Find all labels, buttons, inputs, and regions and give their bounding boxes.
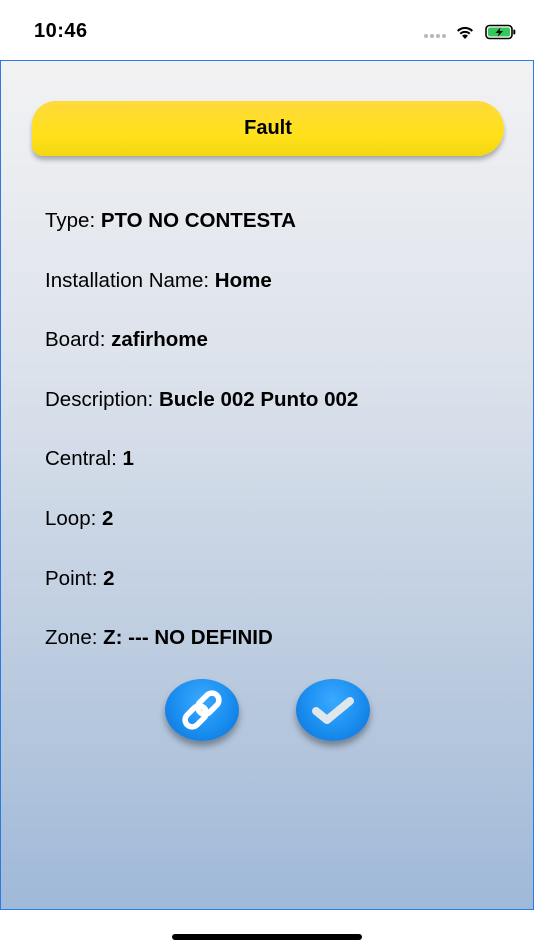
point-value: 2: [103, 566, 115, 590]
info-row-description: Description: Bucle 002 Punto 002: [45, 388, 515, 448]
loop-label: Loop:: [45, 506, 102, 530]
central-label: Central:: [45, 447, 123, 471]
cellular-signal-icon: [424, 34, 448, 38]
screen: 10:46 Fault Type: PTO NO CONTESTA Instal…: [0, 0, 534, 950]
installation-name-label: Installation Name:: [45, 268, 215, 292]
link-button[interactable]: [165, 679, 239, 741]
zone-label: Zone:: [45, 626, 104, 650]
type-value: PTO NO CONTESTA: [100, 209, 296, 232]
info-row-board: Board: zafirhome: [45, 328, 515, 388]
page-title: Fault: [244, 117, 292, 139]
home-indicator[interactable]: [172, 934, 362, 940]
wifi-icon: [457, 26, 473, 39]
status-bar: 10:46: [0, 0, 534, 60]
zone-value: Z: --- NO DEFINID: [103, 626, 273, 650]
installation-name-value: Home: [214, 268, 272, 292]
info-row-central: Central: 1: [45, 447, 515, 507]
central-value: 1: [122, 447, 134, 471]
description-value: Bucle 002 Punto 002: [158, 387, 359, 411]
fault-header: Fault: [32, 101, 504, 156]
fault-info-list: Type: PTO NO CONTESTA Installation Name:…: [45, 209, 515, 686]
board-label: Board:: [45, 328, 112, 352]
status-time: 10:46: [34, 20, 88, 42]
point-label: Point:: [45, 566, 104, 590]
fault-detail-panel: Fault Type: PTO NO CONTESTA Installation…: [0, 60, 534, 910]
loop-value: 2: [102, 506, 114, 530]
battery-charging-icon: [485, 24, 516, 40]
type-label: Type:: [45, 209, 101, 232]
link-icon: [182, 690, 222, 730]
description-label: Description:: [45, 387, 159, 411]
info-row-loop: Loop: 2: [45, 507, 515, 567]
acknowledge-button[interactable]: [296, 679, 370, 741]
info-row-zone: Zone: Z: --- NO DEFINID: [45, 626, 515, 686]
info-row-type: Type: PTO NO CONTESTA: [45, 209, 515, 269]
info-row-point: Point: 2: [45, 567, 515, 627]
checkmark-icon: [312, 697, 354, 724]
info-row-installation-name: Installation Name: Home: [45, 269, 515, 329]
board-value: zafirhome: [111, 328, 208, 352]
